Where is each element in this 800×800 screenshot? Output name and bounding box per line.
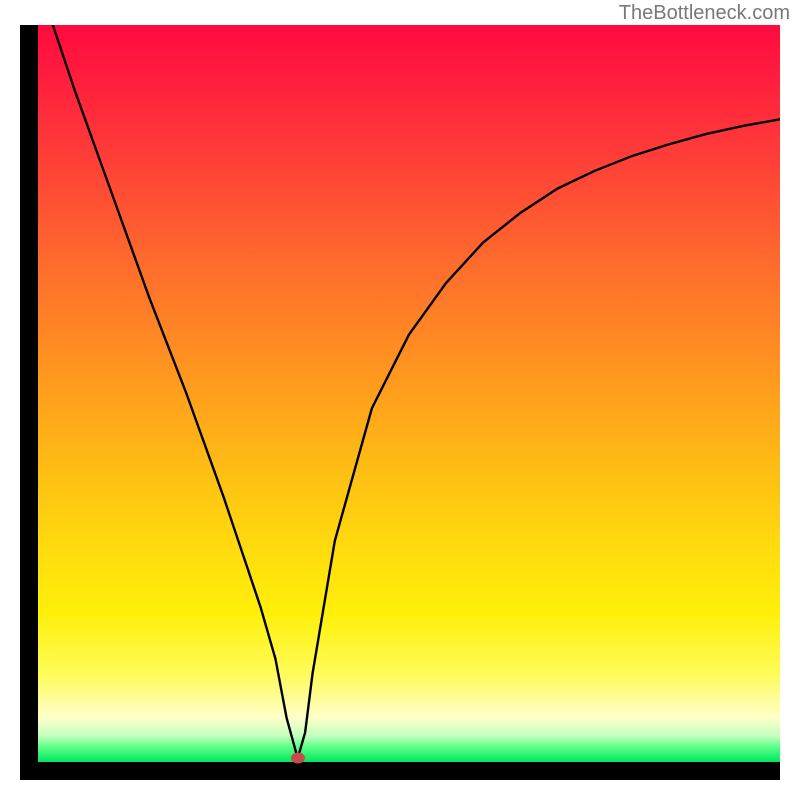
bottleneck-curve	[53, 25, 780, 758]
curve-svg	[38, 25, 780, 762]
watermark-text: TheBottleneck.com	[619, 2, 790, 25]
chart-container: TheBottleneck.com	[0, 0, 800, 800]
optimum-marker	[291, 753, 305, 764]
chart-frame	[20, 25, 780, 780]
plot-area	[38, 25, 780, 762]
